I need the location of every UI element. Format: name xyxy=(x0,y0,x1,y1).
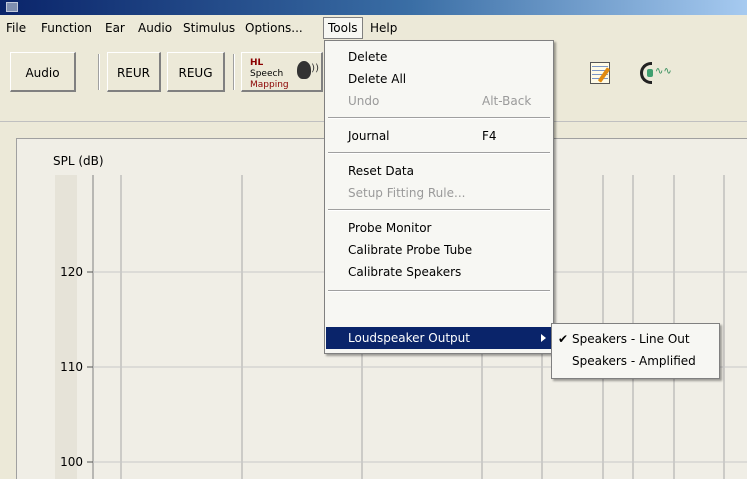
submenu-item-amplified-label: Speakers - Amplified xyxy=(572,354,696,368)
menu-options[interactable]: Options... xyxy=(241,18,307,38)
menu-item-calibrate-probe-tube[interactable]: Calibrate Probe Tube xyxy=(326,239,552,261)
y-tick-label: 100 xyxy=(60,455,83,469)
submenu-item-line-out[interactable]: ✔ Speakers - Line Out xyxy=(553,328,718,350)
menu-item-setup-fitting-rule-label: Setup Fitting Rule... xyxy=(348,186,466,200)
menu-item-setup-fitting-rule[interactable]: Setup Fitting Rule... xyxy=(326,182,552,204)
menu-item-probe-monitor[interactable]: Probe Monitor xyxy=(326,217,552,239)
reur-button[interactable]: REUR xyxy=(107,52,161,92)
menu-function[interactable]: Function xyxy=(37,18,96,38)
menu-item-undo[interactable]: Undo Alt-Back xyxy=(326,90,552,112)
menu-item-reset-data-label: Reset Data xyxy=(348,164,414,178)
y-tick-label: 120 xyxy=(60,265,83,279)
menu-stimulus[interactable]: Stimulus xyxy=(179,18,239,38)
menu-item-delete-label: Delete xyxy=(348,50,388,64)
menu-help[interactable]: Help xyxy=(366,18,401,38)
speech-mapping-button[interactable]: HL Speech Mapping ))) xyxy=(241,52,323,92)
speech-mapping-mapping-label: Mapping xyxy=(250,80,289,90)
tools-dropdown-menu: Delete Delete All Undo Alt-Back Journal … xyxy=(324,40,554,354)
toolbar-separator xyxy=(233,54,235,90)
menu-file[interactable]: File xyxy=(2,18,30,38)
toolbar-separator xyxy=(98,54,100,90)
submenu-arrow-icon xyxy=(541,334,546,342)
sound-waves-icon: ))) xyxy=(307,63,319,74)
menu-item-delete-all-label: Delete All xyxy=(348,72,407,86)
audio-button[interactable]: Audio xyxy=(10,52,76,92)
submenu-item-line-out-label: Speakers - Line Out xyxy=(572,332,690,346)
menu-item-probe-monitor-label: Probe Monitor xyxy=(348,221,432,235)
menu-separator xyxy=(328,152,550,154)
menu-item-journal[interactable]: Journal F4 xyxy=(326,125,552,147)
window-titlebar xyxy=(0,0,747,15)
y-tick-label: 110 xyxy=(60,360,83,374)
menu-item-undo-shortcut: Alt-Back xyxy=(482,94,532,108)
menu-item-calibrate-speakers-label: Calibrate Speakers xyxy=(348,265,462,279)
menu-tools[interactable]: Tools xyxy=(323,17,363,39)
y-axis-strip xyxy=(55,175,77,479)
submenu-item-amplified[interactable]: Speakers - Amplified xyxy=(553,350,718,372)
wave-icon: ∿∿ xyxy=(655,66,672,77)
menu-item-delete-all[interactable]: Delete All xyxy=(326,68,552,90)
menu-separator xyxy=(328,209,550,211)
menu-separator xyxy=(328,290,550,292)
menu-item-calibrate-probe-tube-label: Calibrate Probe Tube xyxy=(348,243,473,257)
y-axis-label: SPL (dB) xyxy=(53,154,104,168)
menu-item-undo-label: Undo xyxy=(348,94,380,108)
menu-item-journal-shortcut: F4 xyxy=(482,129,497,143)
menu-ear[interactable]: Ear xyxy=(101,18,129,38)
menu-item-reset-data[interactable]: Reset Data xyxy=(326,160,552,182)
menu-separator xyxy=(328,117,550,119)
checkmark-icon: ✔ xyxy=(558,332,569,346)
reug-button[interactable]: REUG xyxy=(167,52,225,92)
menubar: File Function Ear Audio Stimulus Options… xyxy=(0,15,747,41)
loudspeaker-output-submenu: ✔ Speakers - Line Out Speakers - Amplifi… xyxy=(551,323,720,379)
menu-item-delete[interactable]: Delete xyxy=(326,46,552,68)
menu-item-journal-label: Journal xyxy=(348,129,390,143)
menu-item-calibrate-speakers[interactable]: Calibrate Speakers xyxy=(326,261,552,283)
menu-audio[interactable]: Audio xyxy=(134,18,176,38)
probe-microphone-icon[interactable]: ∿∿ xyxy=(640,62,676,86)
probe-tip xyxy=(647,69,653,77)
menu-item-loudspeaker-output[interactable]: Loudspeaker Output xyxy=(326,327,552,349)
notepad-icon[interactable] xyxy=(590,62,610,84)
menu-item-loudspeaker-output-label: Loudspeaker Output xyxy=(348,331,470,345)
app-icon xyxy=(6,2,18,12)
